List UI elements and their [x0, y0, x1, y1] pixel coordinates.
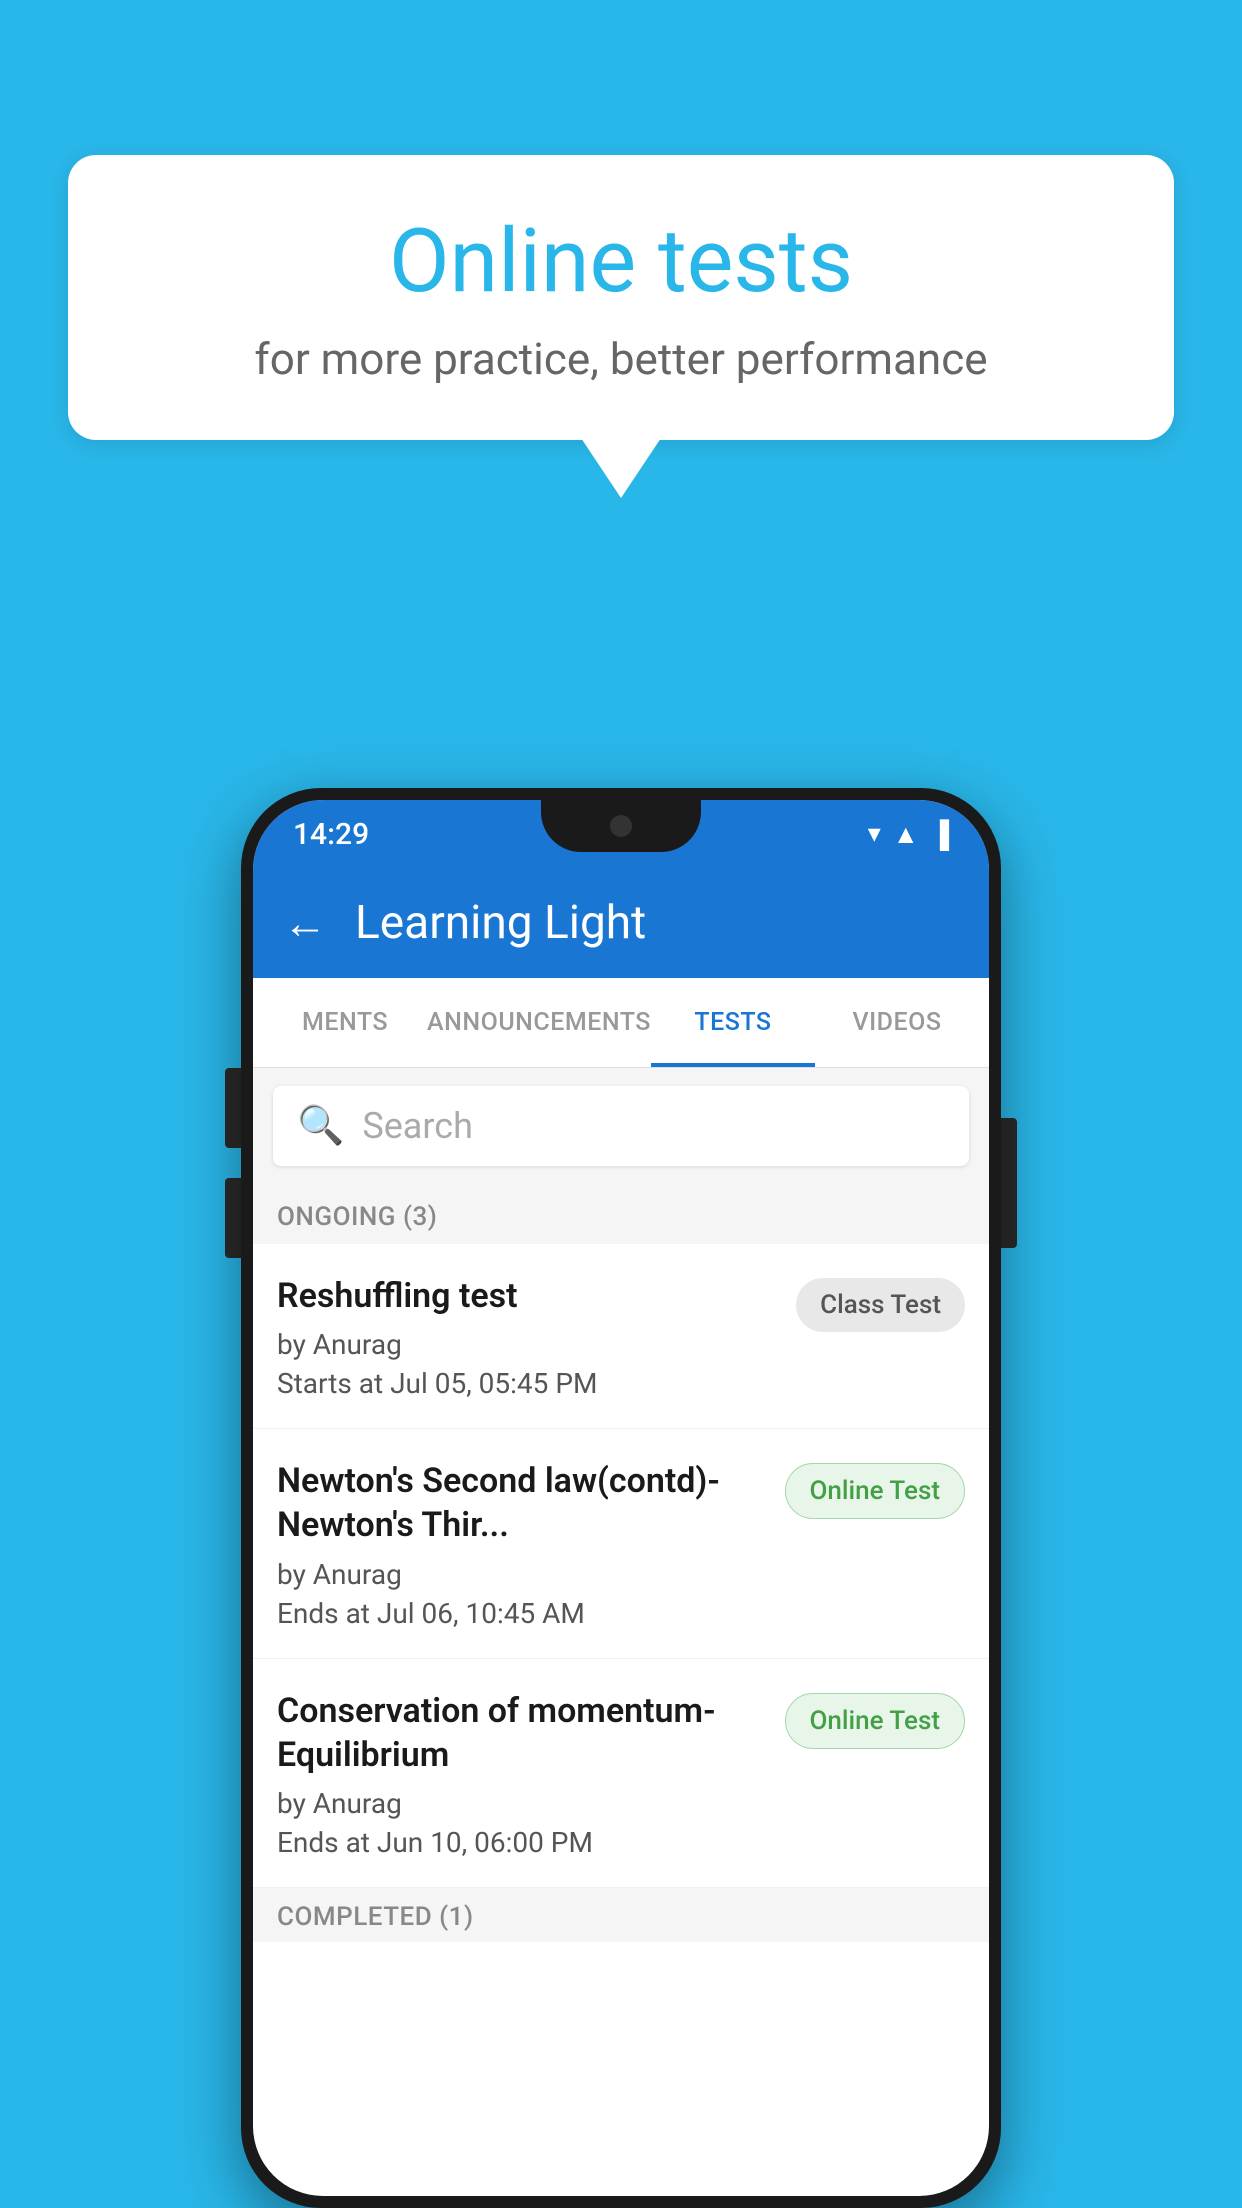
badge-online-test-3: Online Test — [785, 1693, 966, 1749]
tab-ments[interactable]: MENTS — [263, 978, 427, 1067]
bubble-title: Online tests — [128, 210, 1114, 313]
status-time: 14:29 — [293, 817, 369, 852]
speech-bubble-container: Online tests for more practice, better p… — [68, 155, 1174, 498]
test-date-3: Ends at Jun 10, 06:00 PM — [277, 1826, 769, 1859]
badge-class-test-1: Class Test — [796, 1278, 965, 1332]
app-bar-title: Learning Light — [355, 896, 646, 950]
signal-icon: ▲ — [893, 819, 919, 850]
test-item-1[interactable]: Reshuffling test by Anurag Starts at Jul… — [253, 1244, 989, 1429]
bubble-subtitle: for more practice, better performance — [128, 333, 1114, 385]
back-button[interactable]: ← — [283, 897, 327, 949]
power-button[interactable] — [1001, 1118, 1017, 1248]
status-icons: ▾ ▲ ▐ — [868, 819, 949, 850]
test-author-3: by Anurag — [277, 1787, 769, 1820]
search-input[interactable]: Search — [362, 1105, 473, 1147]
test-info-1: Reshuffling test by Anurag Starts at Jul… — [277, 1274, 780, 1400]
phone-container: 14:29 ▾ ▲ ▐ ← Learning Light MENTS ANNOU… — [241, 788, 1001, 2208]
test-author-2: by Anurag — [277, 1558, 769, 1591]
search-bar-container: 🔍 Search — [253, 1068, 989, 1184]
volume-up-button[interactable] — [225, 1068, 241, 1148]
completed-section-header: COMPLETED (1) — [253, 1888, 989, 1942]
wifi-icon: ▾ — [868, 819, 881, 849]
battery-icon: ▐ — [931, 819, 949, 850]
test-info-2: Newton's Second law(contd)-Newton's Thir… — [277, 1459, 769, 1629]
tabs-bar: MENTS ANNOUNCEMENTS TESTS VIDEOS — [253, 978, 989, 1068]
test-date-1: Starts at Jul 05, 05:45 PM — [277, 1367, 780, 1400]
notch — [541, 800, 701, 852]
app-bar: ← Learning Light — [253, 868, 989, 978]
search-icon: 🔍 — [297, 1104, 344, 1148]
phone-screen: 14:29 ▾ ▲ ▐ ← Learning Light MENTS ANNOU… — [253, 800, 989, 2196]
badge-online-test-2: Online Test — [785, 1463, 966, 1519]
test-title-1: Reshuffling test — [277, 1274, 780, 1318]
test-info-3: Conservation of momentum-Equilibrium by … — [277, 1689, 769, 1859]
tab-tests[interactable]: TESTS — [651, 978, 815, 1067]
test-title-2: Newton's Second law(contd)-Newton's Thir… — [277, 1459, 769, 1547]
bubble-arrow — [581, 438, 661, 498]
test-title-3: Conservation of momentum-Equilibrium — [277, 1689, 769, 1777]
phone-frame: 14:29 ▾ ▲ ▐ ← Learning Light MENTS ANNOU… — [241, 788, 1001, 2208]
volume-down-button[interactable] — [225, 1178, 241, 1258]
tab-videos[interactable]: VIDEOS — [815, 978, 979, 1067]
test-date-2: Ends at Jul 06, 10:45 AM — [277, 1597, 769, 1630]
search-bar[interactable]: 🔍 Search — [273, 1086, 969, 1166]
test-item-2[interactable]: Newton's Second law(contd)-Newton's Thir… — [253, 1429, 989, 1658]
speech-bubble: Online tests for more practice, better p… — [68, 155, 1174, 440]
test-author-1: by Anurag — [277, 1328, 780, 1361]
test-item-3[interactable]: Conservation of momentum-Equilibrium by … — [253, 1659, 989, 1888]
ongoing-section-header: ONGOING (3) — [253, 1184, 989, 1244]
tab-announcements[interactable]: ANNOUNCEMENTS — [427, 978, 651, 1067]
camera — [610, 815, 632, 837]
test-list: Reshuffling test by Anurag Starts at Jul… — [253, 1244, 989, 1888]
